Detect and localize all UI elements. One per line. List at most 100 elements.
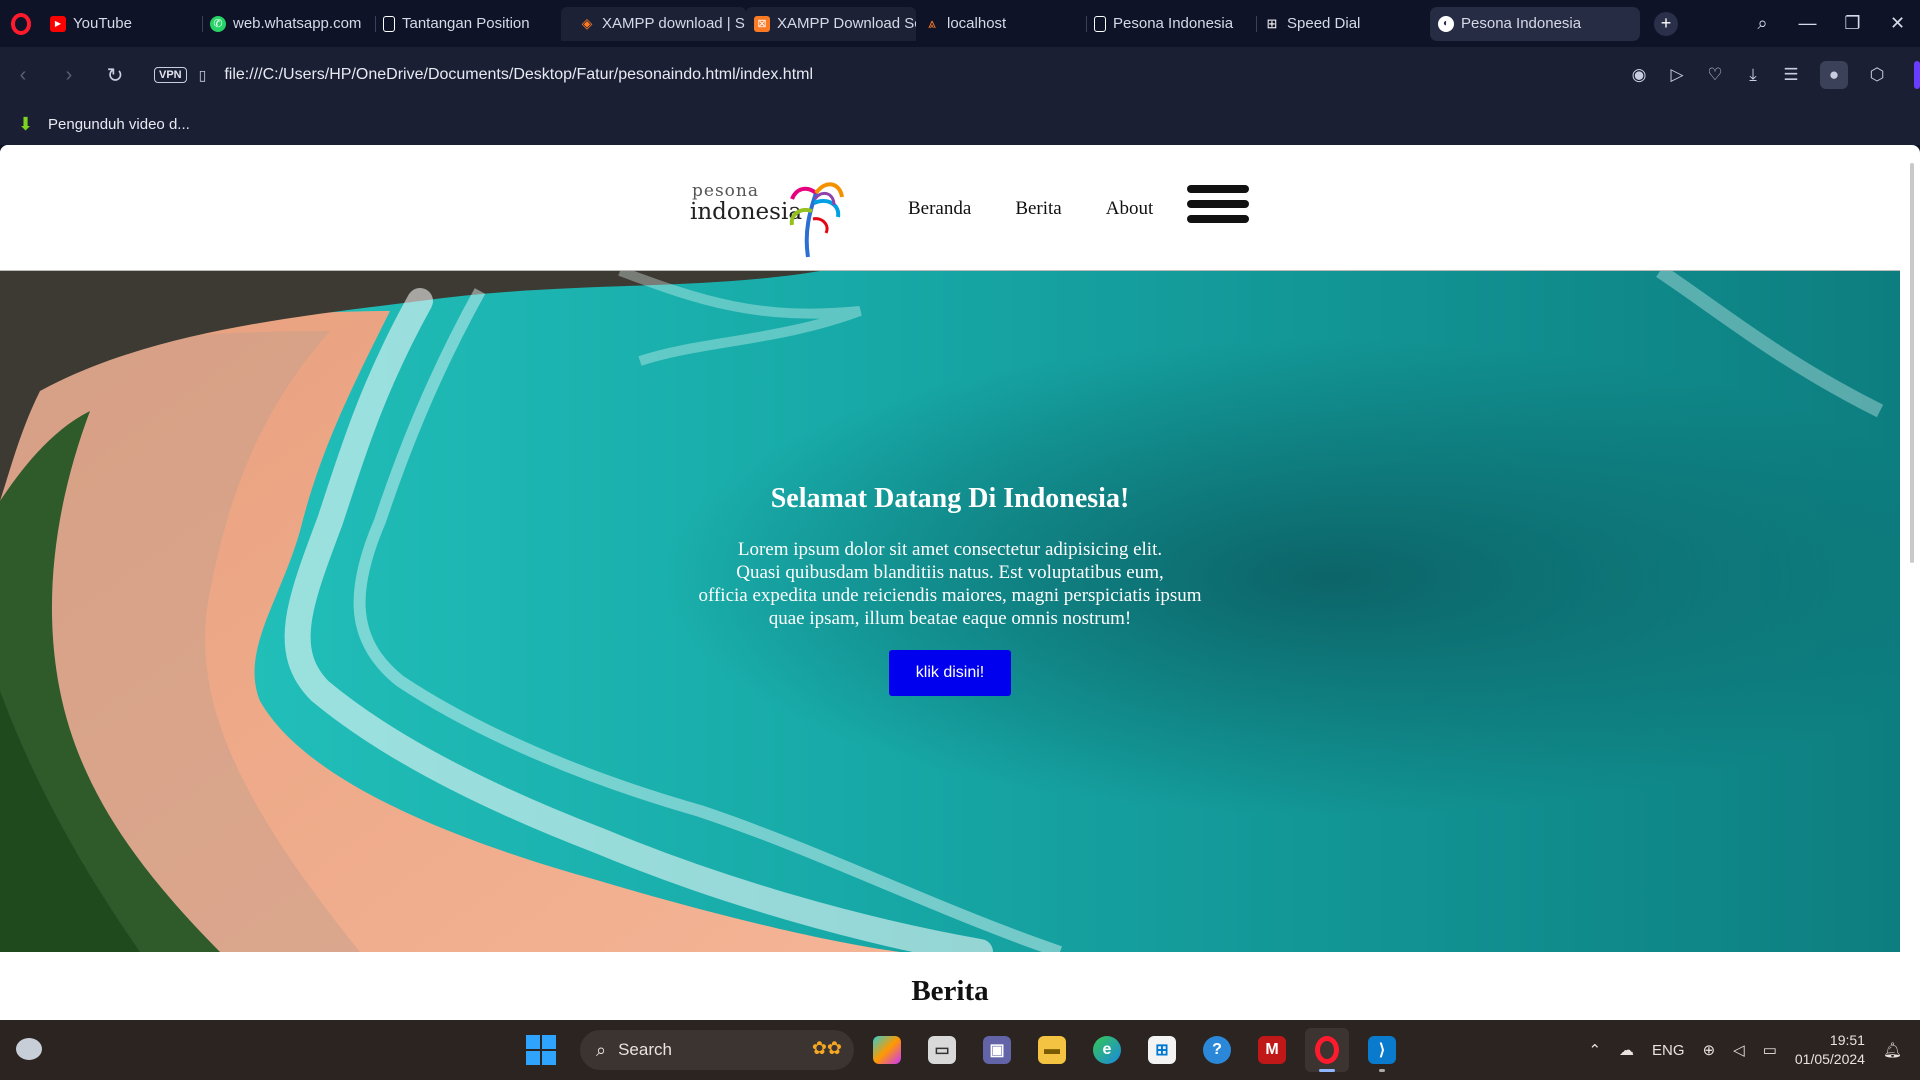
copilot-app[interactable] <box>865 1028 909 1072</box>
search-highlight-icon: ✿✿ <box>811 1038 842 1058</box>
store-app[interactable]: ⊞ <box>1140 1028 1184 1072</box>
page-scrollbar[interactable] <box>1910 163 1914 563</box>
reload-button[interactable]: ↻ <box>92 63 138 88</box>
url-field[interactable]: file:///C:/Users/HP/OneDrive/Documents/D… <box>224 66 813 84</box>
snapshot-icon[interactable]: ◉ <box>1620 65 1658 85</box>
back-button[interactable]: ‹ <box>0 64 46 87</box>
tab-label: Pesona Indonesia <box>1461 15 1582 32</box>
tab-tantangan-position[interactable]: Tantangan Position <box>375 7 555 41</box>
speed-dial-icon: ⊞ <box>1266 15 1278 31</box>
tab-pesona-indonesia-active[interactable]: ◐ Pesona Indonesia <box>1430 6 1640 41</box>
copilot-icon <box>873 1036 901 1064</box>
tab-pesona-indonesia[interactable]: Pesona Indonesia <box>1086 7 1256 41</box>
browser-tab-bar: ▶ YouTube ✆ web.whatsapp.com Tantangan P… <box>0 0 1920 47</box>
maximize-button[interactable]: ❐ <box>1830 13 1875 34</box>
store-icon: ⊞ <box>1148 1036 1176 1064</box>
chat-icon: ▣ <box>983 1036 1011 1064</box>
site-header: pesona indonesia Beranda Berita About <box>0 145 1900 271</box>
tab-whatsapp[interactable]: ✆ web.whatsapp.com <box>202 7 375 41</box>
windows-taskbar: ⌕ Search ✿✿ ▭ ▣ ▬ e ⊞ ? M ⟩ ⌃ ☁ ENG ⊕ ◁ … <box>0 1020 1920 1080</box>
hero-description-line: Quasi quibusdam blanditiis natus. Est vo… <box>736 562 1164 583</box>
hero-description-line: officia expedita unde reiciendis maiores… <box>698 585 1202 606</box>
window-controls: ⌕ — ❐ ✕ <box>1740 0 1920 47</box>
forward-button[interactable]: › <box>46 64 92 87</box>
xampp-icon: ⊠ <box>754 15 770 32</box>
vscode-icon: ⟩ <box>1368 1036 1396 1064</box>
show-hidden-icons-chevron-icon[interactable]: ⌃ <box>1588 1041 1601 1059</box>
page-info-icon[interactable]: ▯ <box>199 67 207 84</box>
tab-xampp-download-1[interactable]: ◈ XAMPP download | S <box>561 6 746 41</box>
new-tab-button[interactable]: + <box>1654 11 1678 36</box>
clock-time: 19:51 <box>1829 1032 1865 1048</box>
pesona-indonesia-logo[interactable]: pesona indonesia <box>690 171 850 259</box>
address-bar: ‹ › ↻ VPN ▯ file:///C:/Users/HP/OneDrive… <box>0 47 1920 103</box>
weather-widget-icon[interactable] <box>16 1038 42 1060</box>
edge-app[interactable]: e <box>1085 1028 1129 1072</box>
download-icon[interactable]: ⤓ <box>1734 65 1772 85</box>
globe-icon: ◐ <box>1438 15 1454 32</box>
start-button[interactable] <box>526 1035 556 1065</box>
taskbar-search[interactable]: ⌕ Search ✿✿ <box>580 1030 854 1070</box>
hero-content: Selamat Datang Di Indonesia! Lorem ipsum… <box>0 483 1900 696</box>
network-globe-icon[interactable]: ⊕ <box>1703 1041 1716 1059</box>
teams-chat-app[interactable]: ▣ <box>975 1028 1019 1072</box>
easy-setup-icon[interactable]: ☰ <box>1772 65 1810 85</box>
mcafee-shield-icon: M <box>1258 1036 1286 1064</box>
tab-label: XAMPP Download Sc <box>777 15 916 32</box>
tab-youtube[interactable]: ▶ YouTube <box>42 7 202 41</box>
nav-link-beranda[interactable]: Beranda <box>908 198 971 220</box>
file-explorer-app[interactable]: ▬ <box>1030 1028 1074 1072</box>
vpn-badge[interactable]: VPN <box>154 67 187 83</box>
profile-icon[interactable]: ● <box>1820 61 1848 89</box>
whatsapp-icon: ✆ <box>210 15 226 32</box>
flow-icon[interactable]: ▷ <box>1658 65 1696 85</box>
search-label: Search <box>618 1040 672 1059</box>
tab-speed-dial[interactable]: ⊞ Speed Dial <box>1256 7 1426 41</box>
logo-text-top: pesona <box>692 181 759 201</box>
task-view-app[interactable]: ▭ <box>920 1028 964 1072</box>
tab-xampp-download-2[interactable]: ⊠ XAMPP Download Sc <box>746 6 916 41</box>
onedrive-icon[interactable]: ☁ <box>1619 1041 1634 1059</box>
hero-title: Selamat Datang Di Indonesia! <box>770 483 1130 514</box>
bookmarks-bar: ⬇ Pengunduh video d... <box>0 103 1920 145</box>
volume-icon[interactable]: ◁ <box>1733 1041 1745 1059</box>
hero-description-line: quae ipsam, illum beatae eaque omnis nos… <box>768 608 1132 629</box>
language-indicator[interactable]: ENG <box>1652 1042 1685 1059</box>
tab-label: Pesona Indonesia <box>1113 15 1234 32</box>
tab-localhost[interactable]: ⩓ localhost <box>916 7 1086 41</box>
youtube-icon: ▶ <box>50 15 66 32</box>
system-tray: ⌃ ☁ ENG ⊕ ◁ ▭ 19:51 01/05/2024 🔔︎ <box>1588 1020 1920 1080</box>
task-view-icon: ▭ <box>928 1036 956 1064</box>
hero-cta-button[interactable]: klik disini! <box>889 650 1011 696</box>
battery-icon[interactable]: ▭ <box>1763 1041 1777 1059</box>
opera-app[interactable] <box>1305 1028 1349 1072</box>
extensions-cube-icon[interactable]: ⬡ <box>1858 65 1896 85</box>
hamburger-menu-icon[interactable] <box>1187 185 1249 231</box>
edge-icon: e <box>1093 1036 1121 1064</box>
page-viewport: pesona indonesia Beranda Berita About Se… <box>0 145 1920 1020</box>
nav-link-about[interactable]: About <box>1106 198 1154 220</box>
tab-label: YouTube <box>73 15 132 32</box>
minimize-button[interactable]: — <box>1785 13 1830 34</box>
tab-label: XAMPP download | S <box>602 15 745 32</box>
favorite-heart-icon[interactable]: ♡ <box>1696 65 1734 85</box>
sidebar-toggle[interactable] <box>1914 61 1920 89</box>
opera-menu-icon[interactable] <box>0 0 42 47</box>
search-tabs-icon[interactable]: ⌕ <box>1740 13 1785 34</box>
get-help-app[interactable]: ? <box>1195 1028 1239 1072</box>
main-nav: Beranda Berita About <box>908 198 1153 220</box>
running-indicator <box>1379 1069 1385 1072</box>
vscode-app[interactable]: ⟩ <box>1360 1028 1404 1072</box>
garuda-logo-icon <box>789 182 844 258</box>
bookmark-video-downloader[interactable]: Pengunduh video d... <box>48 116 190 133</box>
tab-label: Tantangan Position <box>402 15 530 32</box>
notification-bell-icon[interactable]: 🔔︎ <box>1883 1041 1902 1059</box>
hero-description: Lorem ipsum dolor sit amet consectetur a… <box>0 538 1900 630</box>
mcafee-app[interactable]: M <box>1250 1028 1294 1072</box>
close-button[interactable]: ✕ <box>1875 13 1920 34</box>
tab-label: Speed Dial <box>1287 15 1361 32</box>
nav-link-berita[interactable]: Berita <box>1015 198 1061 220</box>
clock[interactable]: 19:51 01/05/2024 <box>1795 1031 1865 1069</box>
xampp-icon: ⩓ <box>928 15 936 31</box>
document-icon <box>383 15 395 32</box>
